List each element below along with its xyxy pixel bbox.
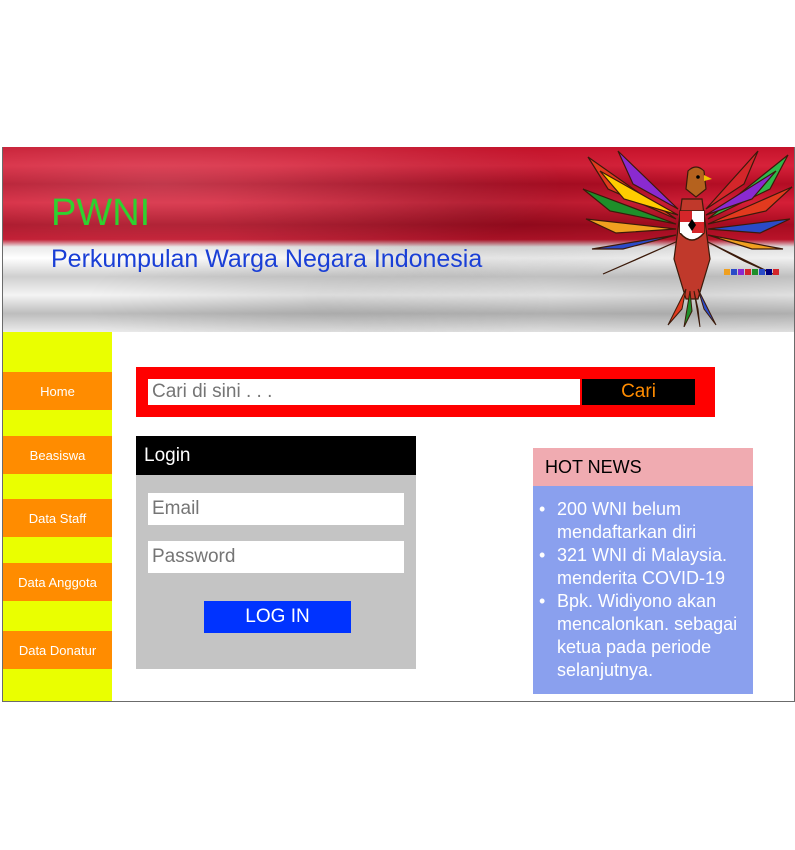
sidebar-item-beasiswa[interactable]: Beasiswa — [3, 436, 112, 474]
sidebar-item-data-anggota[interactable]: Data Anggota — [3, 563, 112, 601]
search-button[interactable]: Cari — [582, 379, 695, 405]
hot-news-title: HOT NEWS — [533, 448, 753, 486]
sidebar-item-data-staff[interactable]: Data Staff — [3, 499, 112, 537]
news-item: • 200 WNI belum mendaftarkan diri — [539, 498, 753, 544]
news-item: • Bpk. Widiyono akan mencalonkan. sebagai… — [539, 590, 753, 682]
sidebar-item-data-donatur[interactable]: Data Donatur — [3, 631, 112, 669]
bullet-icon: • — [539, 545, 546, 565]
news-item-text: 200 WNI belum mendaftarkan diri — [557, 499, 697, 542]
news-list: • 200 WNI belum mendaftarkan diri • 321 WN… — [533, 498, 753, 682]
email-field[interactable] — [148, 493, 404, 525]
search-bar: Cari — [136, 367, 715, 417]
sidebar: Home Beasiswa Data Staff Data Anggota Da… — [3, 332, 112, 701]
news-item: • 321 WNI di Malaysia. menderita COVID-19 — [539, 544, 753, 590]
page-frame: PWNI Perkumpulan Warga Negara Indonesia — [2, 147, 795, 702]
login-panel: Login LOG IN — [136, 436, 416, 669]
sidebar-item-home[interactable]: Home — [3, 372, 112, 410]
bullet-icon: • — [539, 499, 546, 519]
site-subtitle: Perkumpulan Warga Negara Indonesia — [51, 245, 483, 273]
garuda-emblem-icon — [582, 150, 793, 327]
hot-news-panel: HOT NEWS • 200 WNI belum mendaftarkan dir… — [533, 448, 753, 694]
header-banner: PWNI Perkumpulan Warga Negara Indonesia — [3, 147, 794, 332]
password-field[interactable] — [148, 541, 404, 573]
news-item-text: 321 WNI di Malaysia. menderita COVID-19 — [557, 545, 728, 588]
login-title: Login — [136, 436, 416, 475]
login-button[interactable]: LOG IN — [204, 601, 351, 633]
site-title: PWNI — [51, 192, 151, 234]
search-input[interactable] — [148, 379, 580, 405]
bullet-icon: • — [539, 591, 546, 611]
news-item-text: Bpk. Widiyono akan mencalonkan. sebagai … — [557, 591, 738, 680]
